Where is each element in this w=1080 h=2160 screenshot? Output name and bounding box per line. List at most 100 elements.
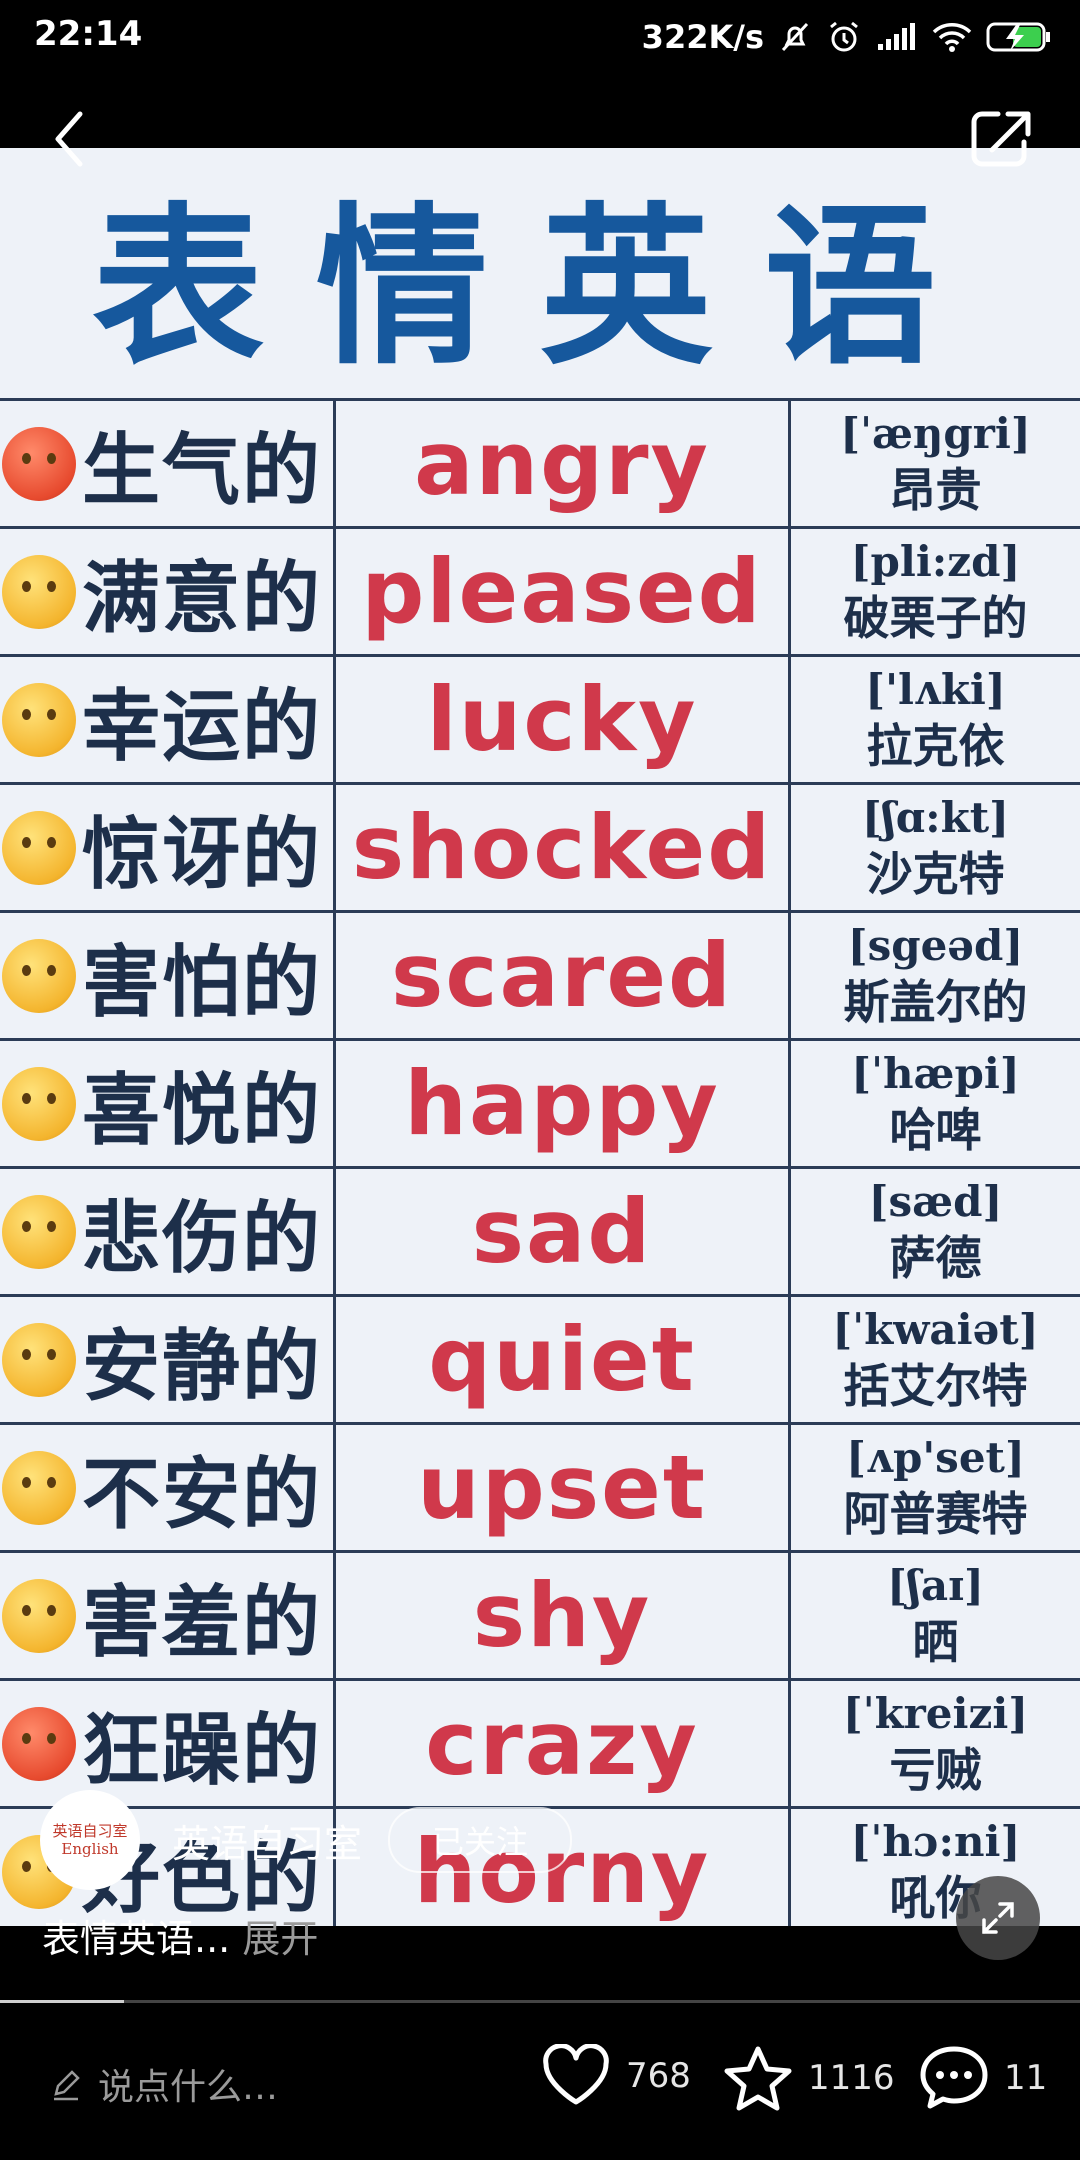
follow-button[interactable]: 已关注 xyxy=(388,1807,573,1873)
english-cell: upset xyxy=(336,1425,791,1550)
english-word: upset xyxy=(417,1436,707,1539)
blushing-face-icon xyxy=(2,1578,76,1653)
poster-title: 表情英语 xyxy=(92,187,988,388)
cell-signal-icon xyxy=(878,23,915,50)
english-cell: lucky xyxy=(336,657,791,782)
pronunciation-cell: [sæd] 萨德 xyxy=(791,1169,1080,1294)
expand-caption-link[interactable]: 展开 xyxy=(242,1917,318,1961)
avatar-text-bottom: English xyxy=(61,1840,119,1858)
video-caption[interactable]: 表情英语... 展开 xyxy=(42,1908,318,1963)
angry-face-icon xyxy=(2,426,76,501)
chinese-word: 害羞的 xyxy=(82,1577,323,1668)
network-speed: 322K/s xyxy=(641,18,764,56)
chinese-cell: 害羞的 xyxy=(0,1553,336,1678)
progress-fill xyxy=(0,2000,125,2003)
avatar[interactable]: 英语自习室 English xyxy=(40,1790,140,1890)
share-icon xyxy=(971,111,1031,167)
smiling-face-icon xyxy=(2,554,76,629)
chinese-cell: 悲伤的 xyxy=(0,1169,336,1294)
chinese-cell: 惊讶的 xyxy=(0,785,336,910)
english-word: crazy xyxy=(425,1692,699,1795)
share-button[interactable] xyxy=(968,106,1038,172)
video-player[interactable]: 表情英语 生气的 angry [ˈæŋgri] 昂贵 满意的 pleased [pli:zd… xyxy=(0,148,1080,1926)
pleading-face-icon xyxy=(2,1450,76,1525)
chevron-left-icon xyxy=(55,111,83,167)
phonetic: [ˈkwaiət] xyxy=(832,1304,1039,1354)
homophone: 萨德 xyxy=(889,1230,982,1285)
chinese-cell: 狂躁的 xyxy=(0,1681,336,1806)
anxious-face-icon xyxy=(2,938,76,1013)
english-cell: quiet xyxy=(336,1297,791,1422)
phonetic: [ʃɑ:kt] xyxy=(861,792,1010,842)
table-row: 悲伤的 sad [sæd] 萨德 xyxy=(0,1169,1080,1297)
homophone: 沙克特 xyxy=(866,846,1005,901)
chinese-word: 不安的 xyxy=(82,1449,323,1540)
comment-input[interactable]: 说点什么… xyxy=(48,2058,278,2110)
progress-bar[interactable] xyxy=(0,2000,1080,2003)
phonetic: [ʌp'set] xyxy=(846,1432,1025,1482)
chinese-word: 安静的 xyxy=(82,1321,323,1412)
alarm-icon xyxy=(830,21,858,52)
battery-charging-icon xyxy=(986,22,1050,52)
chinese-word: 惊讶的 xyxy=(82,809,323,900)
avatar-text-top: 英语自习室 xyxy=(52,1822,128,1840)
english-word: sad xyxy=(471,1180,653,1283)
table-row: 生气的 angry [ˈæŋgri] 昂贵 xyxy=(0,401,1080,529)
english-cell: shy xyxy=(336,1553,791,1678)
english-word: shy xyxy=(472,1564,652,1667)
pronunciation-cell: [ʃaɪ] 晒 xyxy=(791,1553,1080,1678)
english-cell: sad xyxy=(336,1169,791,1294)
chinese-cell: 喜悦的 xyxy=(0,1041,336,1166)
pronunciation-cell: ['lʌki] 拉克依 xyxy=(791,657,1080,782)
english-cell: shocked xyxy=(336,785,791,910)
homophone: 哈啤 xyxy=(889,1102,982,1157)
phonetic: [ˈkreizi] xyxy=(842,1688,1029,1738)
table-row: 害羞的 shy [ʃaɪ] 晒 xyxy=(0,1553,1080,1681)
homophone: 阿普赛特 xyxy=(843,1486,1028,1541)
pencil-icon xyxy=(54,2070,80,2101)
like-button[interactable]: 768 xyxy=(540,2044,691,2108)
homophone: 拉克依 xyxy=(866,718,1005,773)
table-row: 安静的 quiet [ˈkwaiət] 括艾尔特 xyxy=(0,1297,1080,1425)
table-row: 满意的 pleased [pli:zd] 破栗子的 xyxy=(0,529,1080,657)
chinese-word: 害怕的 xyxy=(82,937,323,1028)
homophone: 晒 xyxy=(912,1614,959,1669)
favorite-button[interactable]: 1116 xyxy=(722,2044,895,2112)
phonetic: ['lʌki] xyxy=(865,664,1006,714)
chinese-cell: 生气的 xyxy=(0,401,336,526)
english-word: angry xyxy=(414,412,710,515)
chinese-cell: 害怕的 xyxy=(0,913,336,1038)
english-cell: happy xyxy=(336,1041,791,1166)
table-row: 幸运的 lucky ['lʌki] 拉克依 xyxy=(0,657,1080,785)
author-name[interactable]: 英语自习室 xyxy=(172,1813,362,1868)
back-button[interactable] xyxy=(44,104,104,174)
comments-button[interactable]: 11 xyxy=(918,2044,1047,2112)
pronunciation-cell: [ʃɑ:kt] 沙克特 xyxy=(791,785,1080,910)
heart-icon xyxy=(543,2044,609,2105)
phonetic: [sæd] xyxy=(868,1176,1003,1226)
status-bar: 22:14 322K/s xyxy=(0,0,1080,76)
pouting-face-icon xyxy=(2,1706,76,1781)
fullscreen-button[interactable] xyxy=(956,1876,1040,1960)
phonetic: [ˈæŋgri] xyxy=(840,408,1031,458)
screaming-face-icon xyxy=(2,810,76,885)
status-time: 22:14 xyxy=(34,14,143,54)
pronunciation-cell: [ˈkwaiət] 括艾尔特 xyxy=(791,1297,1080,1422)
pronunciation-cell: [ˈhæpi] 哈啤 xyxy=(791,1041,1080,1166)
chinese-cell: 幸运的 xyxy=(0,657,336,782)
chinese-word: 生气的 xyxy=(82,425,323,516)
english-word: shocked xyxy=(351,796,773,899)
author-row: 英语自习室 English 英语自习室 已关注 xyxy=(40,1790,573,1890)
chinese-cell: 满意的 xyxy=(0,529,336,654)
halo-face-icon xyxy=(2,682,76,757)
caption-text: 表情英语... xyxy=(42,1917,231,1961)
homophone: 斯盖尔的 xyxy=(843,974,1028,1029)
chinese-word: 满意的 xyxy=(82,553,323,644)
vocabulary-table: 生气的 angry [ˈæŋgri] 昂贵 满意的 pleased [pli:zd] 破栗子的… xyxy=(0,398,1080,1926)
homophone: 破栗子的 xyxy=(843,590,1028,645)
homophone: 括艾尔特 xyxy=(843,1358,1028,1413)
chinese-cell: 安静的 xyxy=(0,1297,336,1422)
english-word: happy xyxy=(404,1052,720,1155)
homophone: 昂贵 xyxy=(889,462,982,517)
pronunciation-cell: [ˈæŋgri] 昂贵 xyxy=(791,401,1080,526)
